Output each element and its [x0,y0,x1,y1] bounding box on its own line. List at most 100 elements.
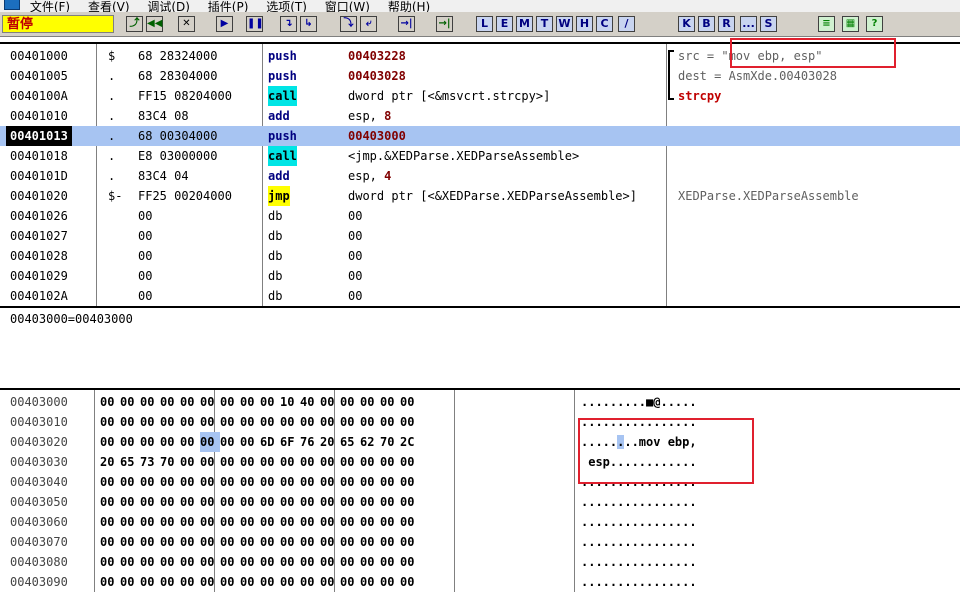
disasm-row[interactable]: 00401027 00 db 00 [0,226,960,246]
menu-view[interactable]: 查看(V) [88,1,130,12]
toolbar-button-5[interactable]: ↴ [280,16,297,32]
dump-row[interactable]: 00403090 00 00 00 00 00 00 00 00 00 00 00 00 00 00 00 00… [0,572,960,592]
toolbar-button-22[interactable]: ... [740,16,757,32]
disasm-row[interactable]: 00401029 00 db 00 [0,266,960,286]
dump-row[interactable]: 00403050 00 00 00 00 00 00 00 00 00 00 00 00 00 00 00 00… [0,492,960,512]
toolbar-button-15[interactable]: W [556,16,573,32]
hex-byte: 00 [400,455,415,469]
disasm-row[interactable]: 0040101D. 83C4 04 add esp, 4 [0,166,960,186]
flow-marker: $ [108,49,116,63]
menu-help[interactable]: 帮助(H) [388,1,430,12]
hex-byte: 6D [260,435,275,449]
hex-byte: 2C [400,435,415,449]
hex-byte: 00 [320,515,335,529]
dump-row[interactable]: 00403020 00 00 00 00 00 00 00 00 6D 6F 76 20 65 62 70 2C… [0,432,960,452]
disasm-row[interactable]: 00401013. 68 00304000 push 00403000 [0,126,960,146]
menu-window[interactable]: 窗口(W) [325,1,370,12]
toolbar-button-17[interactable]: C [596,16,613,32]
debug-status-label: 暂停 [2,15,114,33]
menu-file[interactable]: 文件(F) [30,1,70,12]
toolbar-button-4[interactable]: ❚❚ [246,16,264,32]
hex-byte: 00 [280,475,295,489]
toolbar-button-2[interactable]: ✕ [178,16,195,32]
toolbar-button-3[interactable]: ▶ [216,16,233,32]
hex-byte: 00 [320,475,335,489]
toolbar-button-21[interactable]: R [718,16,735,32]
hex-byte: 00 [260,475,275,489]
disasm-row[interactable]: 00401020 $- FF25 00204000 jmp dword ptr [<&X… [0,186,960,206]
menu-options[interactable]: 选项(T) [266,1,307,12]
operand: dword ptr [<&msvcrt.strcpy>] [348,86,666,106]
hex-byte: 00 [140,435,155,449]
hex-byte: 00 [220,435,235,449]
operand: <jmp.&XEDParse.XEDParseAssemble> [348,146,666,166]
toolbar-button-24[interactable]: ≡ [818,16,835,32]
toolbar-button-16[interactable]: H [576,16,593,32]
disasm-row[interactable]: 00401028 00 db 00 [0,246,960,266]
toolbar-button-6[interactable]: ↳ [300,16,317,32]
mnemonic: push [268,49,297,63]
dump-row[interactable]: 00403060 00 00 00 00 00 00 00 00 00 00 00 00 00 00 00 00… [0,512,960,532]
operand: 00 [348,266,666,286]
hex-byte: 00 [120,555,135,569]
disasm-row[interactable]: 00401018. E8 03000000 call <jmp.&XEDParse.X… [0,146,960,166]
disasm-row[interactable]: 0040100A. FF15 08204000 call dword ptr [<&m… [0,86,960,106]
hex-byte: 00 [120,435,135,449]
toolbar-button-19[interactable]: K [678,16,695,32]
dump-row[interactable]: 00403000 00 00 00 00 00 00 00 00 00 10 40 00 00 00 00 00… [0,392,960,412]
toolbar-button-14[interactable]: T [536,16,553,32]
opcode-bytes: FF15 08204000 [138,89,232,103]
toolbar-button-8[interactable]: ⤶ [360,16,377,32]
dump-row[interactable]: 00403040 00 00 00 00 00 00 00 00 00 00 00 00 00 00 00 00… [0,472,960,492]
hex-byte: 00 [380,475,395,489]
dump-row[interactable]: 00403080 00 00 00 00 00 00 00 00 00 00 00 00 00 00 00 00… [0,552,960,572]
hex-byte: 00 [300,515,315,529]
dump-row[interactable]: 00403030 20 65 73 70 00 00 00 00 00 00 00 00 00 00 00 00… [0,452,960,472]
hex-byte: 00 [180,535,195,549]
hex-byte: 00 [320,555,335,569]
toolbar-button-7[interactable]: ⤵ [340,16,357,32]
hex-byte: 00 [240,495,255,509]
menu-plugins[interactable]: 插件(P) [208,1,249,12]
disasm-row[interactable]: 0040102A 00 db 00 [0,286,960,306]
address: 00401020 [10,189,68,203]
toolbar-button-25[interactable]: ▦ [842,16,859,32]
toolbar-button-9[interactable]: →| [398,16,415,32]
toolbar-button-20[interactable]: B [698,16,715,32]
disasm-row[interactable]: 00401026 00 db 00 [0,206,960,226]
flow-marker: . [108,69,116,83]
hex-byte: 00 [140,535,155,549]
toolbar-button-10[interactable]: →| [436,16,453,32]
dump-row[interactable]: 00403070 00 00 00 00 00 00 00 00 00 00 00 00 00 00 00 00… [0,532,960,552]
toolbar-button-23[interactable]: S [760,16,777,32]
toolbar-button-26[interactable]: ? [866,16,883,32]
operand: 00 [348,226,666,246]
hex-byte: 00 [180,515,195,529]
toolbar-button-13[interactable]: M [516,16,533,32]
toolbar-button-12[interactable]: E [496,16,513,32]
hex-byte: 00 [380,515,395,529]
toolbar-button-0[interactable]: ⤴ [126,16,143,32]
disasm-row[interactable]: 00401010. 83C4 08 add esp, 8 [0,106,960,126]
toolbar-button-18[interactable]: / [618,16,635,32]
dump-address: 00403090 [10,575,68,589]
memory-dump-pane[interactable]: 00403000 00 00 00 00 00 00 00 00 00 10 40 00 00 00 00 00… [0,390,960,592]
flow-marker: . [108,169,116,183]
hex-byte: 00 [120,475,135,489]
hex-byte: 00 [320,455,335,469]
address: 00401005 [10,69,68,83]
dump-row[interactable]: 00403010 00 00 00 00 00 00 00 00 00 00 00 00 00 00 00 00… [0,412,960,432]
menu-debug[interactable]: 调试(D) [147,1,190,12]
operand: 00 [348,286,666,306]
operand-text: dword ptr [<&XEDParse.XEDParseAssemble>] [348,189,637,203]
toolbar-button-1[interactable]: ◀◀ [146,16,163,32]
hex-byte: 00 [380,555,395,569]
hex-byte: 65 [340,435,355,449]
comment: XEDParse.XEDParseAssemble [678,189,859,203]
hex-byte: 00 [300,555,315,569]
hex-byte: 00 [260,495,275,509]
disasm-row[interactable]: 00401005. 68 28304000 push 00403028 dest = A… [0,66,960,86]
disassembly-pane[interactable]: 00401000 $68 28324000 push 00403228 src = "m… [0,38,960,306]
toolbar-button-11[interactable]: L [476,16,493,32]
dump-address: 00403030 [10,455,68,469]
